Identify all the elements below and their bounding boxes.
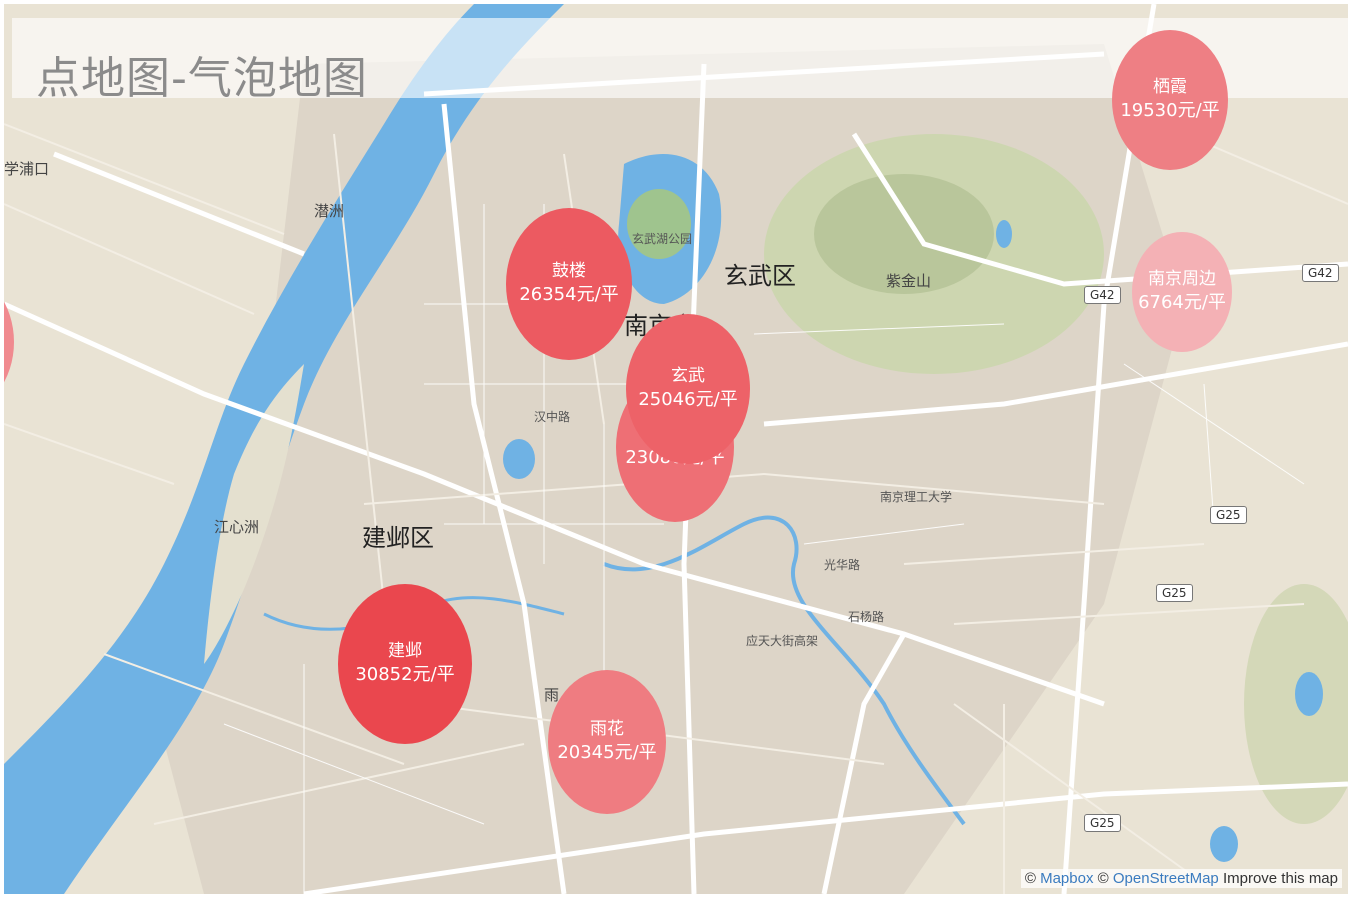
map-attribution: © Mapbox © OpenStreetMap Improve this ma… xyxy=(1020,869,1342,888)
label-xuanwuhu-park: 玄武湖公园 xyxy=(632,232,693,246)
label-xuanwu-district: 玄武区 xyxy=(724,262,796,290)
label-zijinshan: 紫金山 xyxy=(886,272,932,290)
highway-shield: G25 xyxy=(1210,506,1247,524)
label-jianye-district: 建邺区 xyxy=(362,524,434,552)
bubble-name: 栖霞 xyxy=(1153,77,1187,98)
label-hanzhong-road: 汉中路 xyxy=(534,410,571,424)
bubble-price: 30852元/平 xyxy=(355,664,455,686)
label-shiyang-road: 石杨路 xyxy=(848,610,885,624)
mapbox-link[interactable]: Mapbox xyxy=(1040,870,1093,887)
label-pukou: 学浦口 xyxy=(4,160,50,178)
bubble-jianye[interactable]: 建邺 30852元/平 xyxy=(338,584,472,744)
highway-shield: G42 xyxy=(1084,286,1121,304)
bubble-name: 南京周边 xyxy=(1148,269,1216,290)
label-qianzhou: 潜洲 xyxy=(314,202,345,220)
highway-shield: G25 xyxy=(1084,814,1121,832)
label-njust: 南京理工大学 xyxy=(880,490,953,504)
highway-shield: G42 xyxy=(1302,264,1339,282)
bubble-price: 26354元/平 xyxy=(519,284,619,306)
bubble-price: 6764元/平 xyxy=(1138,292,1226,314)
bubble-price: 20345元/平 xyxy=(557,742,657,764)
bubble-xuanwu[interactable]: 玄武 25046元/平 xyxy=(626,314,750,464)
bubble-name: 玄武 xyxy=(671,366,705,387)
bubble-name: 建邺 xyxy=(388,641,422,662)
improve-map-link[interactable]: Improve this map xyxy=(1223,870,1338,887)
bubble-gulou[interactable]: 鼓楼 26354元/平 xyxy=(506,208,632,360)
bubble-name: 鼓楼 xyxy=(552,261,586,282)
bubble-qixia[interactable]: 栖霞 19530元/平 xyxy=(1112,30,1228,170)
copyright-symbol: © xyxy=(1097,870,1109,887)
bubble-nanjing-periphery[interactable]: 南京周边 6764元/平 xyxy=(1132,232,1232,352)
bubble-name: 雨花 xyxy=(590,719,624,740)
map-canvas[interactable]: 点地图-气泡地图 玄武区 建邺区 南京市 紫金山 玄武湖公园 江心洲 潜洲 学浦… xyxy=(4,4,1348,894)
highway-shield: G25 xyxy=(1156,584,1193,602)
label-jiangxinzhou: 江心洲 xyxy=(214,518,260,536)
label-guanghua-road: 光华路 xyxy=(824,558,861,572)
bubble-price: 19530元/平 xyxy=(1120,100,1220,122)
bubble-yuhua[interactable]: 雨花 20345元/平 xyxy=(548,670,666,814)
label-yingtian-street: 应天大街高架 xyxy=(746,634,819,648)
openstreetmap-link[interactable]: OpenStreetMap xyxy=(1113,870,1219,887)
bubble-price: 25046元/平 xyxy=(638,389,738,411)
copyright-symbol: © xyxy=(1024,870,1036,887)
page-title: 点地图-气泡地图 xyxy=(36,53,368,104)
